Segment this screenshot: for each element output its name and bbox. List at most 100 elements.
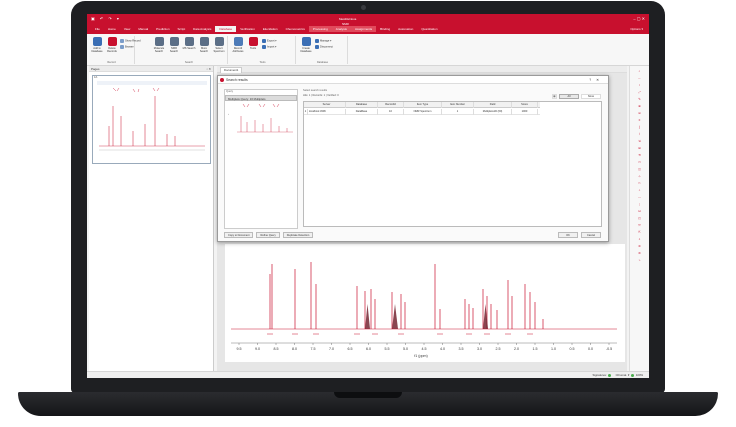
add-to-database-button[interactable]: Add to Database	[90, 36, 104, 53]
column-header-server[interactable]: Server	[308, 102, 346, 108]
toolbar-tool-26-icon[interactable]: ⊘	[637, 244, 642, 248]
zoom-level[interactable]: 100%	[636, 373, 643, 377]
ms-search-icon	[184, 37, 194, 46]
toolbar-tool-12-icon[interactable]: ⊞	[637, 146, 642, 150]
tab-automation[interactable]: Automation	[394, 26, 417, 32]
dialog-controls: ?✕	[589, 76, 604, 84]
query-selected-item[interactable]: Multiplets Query: 16 Multiplets	[225, 95, 297, 101]
toolbar-tool-17-icon[interactable]: ✂	[637, 181, 642, 185]
duplicate-detection-button[interactable]: Duplicate Detection	[282, 232, 314, 238]
signatures-status[interactable]: Signatures:	[593, 373, 607, 377]
toolbar-tool-24-icon[interactable]: ⇱	[637, 230, 642, 234]
tab-processing[interactable]: Processing	[308, 26, 332, 32]
manage-label: Manage ▾	[320, 39, 332, 43]
delete-records-button[interactable]: Delete Records	[105, 36, 119, 53]
disconnect-button[interactable]: Disconnect	[315, 45, 333, 49]
toolbar-tool-10-icon[interactable]: ⌇	[637, 132, 642, 136]
x-tick-label: 5.5	[385, 347, 390, 351]
toolbar-tool-18-icon[interactable]: ⌗	[637, 188, 642, 192]
tab-chemometrics[interactable]: Chemometrics	[282, 26, 309, 32]
filter-icon[interactable]: ▦	[552, 94, 557, 99]
ribbon-tabs: NMR File Home View Manual Prediction Script Da…	[91, 22, 442, 32]
column-header-item-number[interactable]: Item Number	[442, 102, 474, 108]
tab-file[interactable]: File	[91, 26, 104, 32]
window-controls[interactable]: – ▢ ✕	[633, 16, 645, 21]
select-all-button[interactable]: All	[559, 94, 579, 99]
tab-script[interactable]: Script	[174, 26, 190, 32]
select-spectrum-button[interactable]: Select Spectrum	[212, 36, 226, 53]
chromatograms-status[interactable]: Chromat. ▾	[616, 373, 630, 377]
ms-search-button[interactable]: MS Search	[182, 36, 196, 50]
create-database-button[interactable]: Create Database	[299, 36, 313, 53]
quick-access-toolbar[interactable]: ▣ ↶ ↷ ▾	[91, 16, 121, 21]
tab-assignments[interactable]: Assignments	[350, 26, 377, 32]
pin-icon[interactable]: ▫ ✕	[207, 66, 211, 72]
column-header-item-type[interactable]: Item Type	[404, 102, 442, 108]
toolbar-tool-28-icon[interactable]: ⌁	[637, 258, 642, 262]
tools-button[interactable]: Tools	[246, 36, 260, 50]
toolbar-tool-16-icon[interactable]: ⊹	[637, 174, 642, 178]
browse-button[interactable]: Browse	[120, 45, 134, 49]
toolbar-tool-15-icon[interactable]: ◫	[637, 167, 642, 171]
tab-view[interactable]: View	[120, 26, 134, 32]
tab-elucidation[interactable]: Elucidation	[259, 26, 282, 32]
toolbar-tool-11-icon[interactable]: ⇲	[637, 139, 642, 143]
more-search-button[interactable]: More Search	[197, 36, 211, 53]
database-group: Create Database Manage ▾ Disconnect Data…	[298, 36, 348, 64]
molecule-search-button[interactable]: Molecule Search	[152, 36, 166, 53]
select-none-button[interactable]: None	[581, 94, 601, 99]
toolbar-tool-14-icon[interactable]: ▭	[637, 160, 642, 164]
close-button[interactable]: ✕	[596, 78, 604, 82]
options-menu[interactable]: Options ▾	[630, 27, 643, 31]
toolbar-tool-8-icon[interactable]: ≡	[637, 118, 642, 122]
column-header-recordid[interactable]: RecordId	[378, 102, 404, 108]
manage-button[interactable]: Manage ▾	[315, 39, 331, 43]
tab-database[interactable]: Database	[215, 26, 237, 32]
toolbar-tool-9-icon[interactable]: ∫	[637, 125, 642, 129]
toolbar-tool-3-icon[interactable]: ↕	[637, 83, 642, 87]
column-header-database[interactable]: Database	[346, 102, 378, 108]
toolbar-tool-13-icon[interactable]: ⟲	[637, 153, 642, 157]
copy-to-document-button[interactable]: Copy to Document	[224, 232, 254, 238]
import-button[interactable]: Import ▾	[262, 45, 276, 49]
toolbar-tool-20-icon[interactable]: ⋮	[637, 202, 642, 206]
toolbar-tool-7-icon[interactable]: ⊖	[637, 111, 642, 115]
toolbar-tool-27-icon[interactable]: ⊛	[637, 251, 642, 255]
tab-quantitation[interactable]: Quantitation	[417, 26, 441, 32]
show-record-button[interactable]: Show Record	[120, 39, 141, 43]
column-header-score[interactable]: Score	[512, 102, 538, 108]
table-row[interactable]: 1 localhost:3306 DataBase 10 NMR Spectru…	[304, 109, 540, 115]
ok-button[interactable]: OK	[558, 232, 578, 238]
tab-data-analysis[interactable]: Data Analysis	[189, 26, 215, 32]
toolbar-tool-4-icon[interactable]: ⤢	[637, 90, 642, 94]
nmr-search-button[interactable]: NMR Search	[167, 36, 181, 53]
record-attributes-button[interactable]: Record Attributes	[231, 36, 245, 53]
tools-group: Record Attributes Tools Export ▾ Import …	[230, 36, 296, 64]
export-button[interactable]: Export ▾	[262, 39, 277, 43]
column-header-field[interactable]: Field	[474, 102, 512, 108]
tab-prediction[interactable]: Prediction	[152, 26, 173, 32]
cancel-button[interactable]: Cancel	[581, 232, 601, 238]
spectrum-peaks	[269, 262, 544, 329]
toolbar-tool-6-icon[interactable]: ⊕	[637, 104, 642, 108]
tab-home[interactable]: Home	[104, 26, 120, 32]
toolbar-tool-2-icon[interactable]: ↔	[637, 76, 642, 80]
toolbar-tool-19-icon[interactable]: ⋯	[637, 195, 642, 199]
delete-records-label: Delete Records	[107, 47, 117, 53]
tab-verification[interactable]: Verification	[236, 26, 259, 32]
toolbar-tool-25-icon[interactable]: ⌖	[637, 237, 642, 241]
query-expand-icon[interactable]: ›	[228, 112, 229, 116]
toolbar-tool-23-icon[interactable]: ⤧	[637, 223, 642, 227]
status-bar: Signatures: Chromat. ▾ 100%	[87, 371, 649, 378]
manage-icon	[315, 39, 319, 43]
x-tick-label: 3.5	[459, 347, 464, 351]
tab-manual[interactable]: Manual	[134, 26, 152, 32]
toolbar-tool-5-icon[interactable]: ✎	[637, 97, 642, 101]
page-thumbnail[interactable]: 1/1	[92, 75, 211, 164]
spectrum-page[interactable]: 9.5 9.0 8.5 8.0 7.5 7.0 6.5 6.0 5.5 5.0 4.5 4.0 3.5 3…	[225, 244, 625, 362]
tab-binding[interactable]: Binding	[376, 26, 394, 32]
toolbar-tool-22-icon[interactable]: ◰	[637, 216, 642, 220]
refine-query-button[interactable]: Refine Query	[256, 232, 280, 238]
toolbar-tool-21-icon[interactable]: ⊟	[637, 209, 642, 213]
toolbar-tool-1-icon[interactable]: ⌕	[637, 69, 642, 73]
